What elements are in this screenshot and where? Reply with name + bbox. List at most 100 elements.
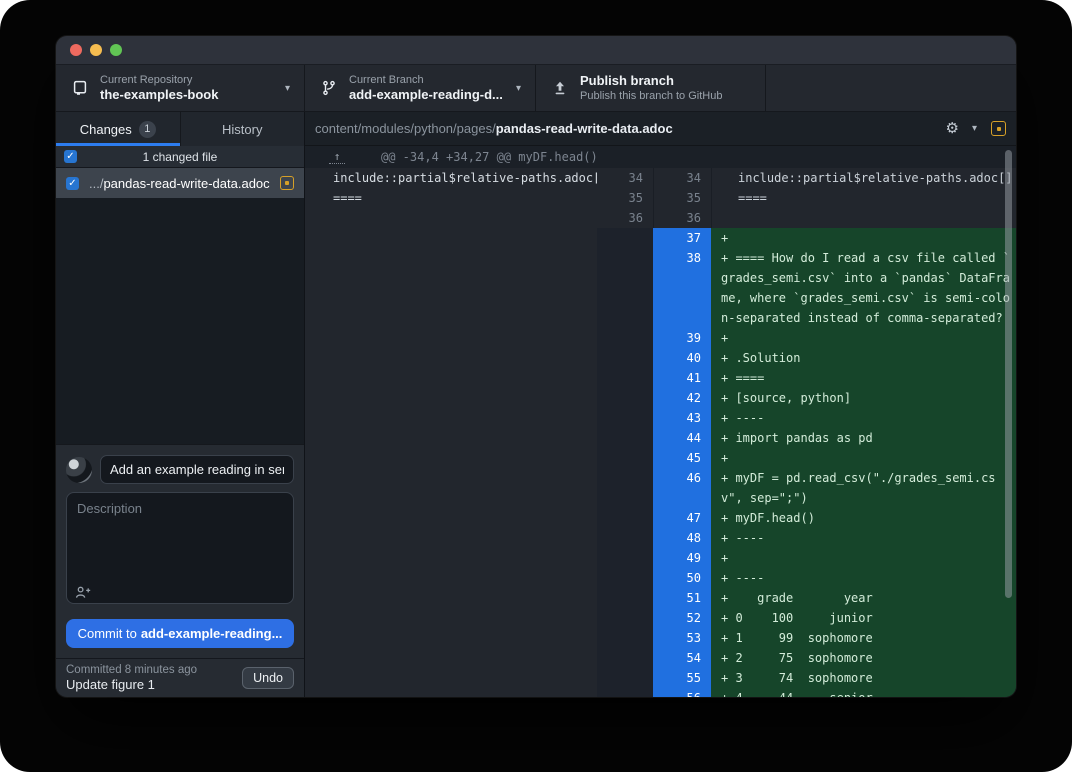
diff-old-line-number [597, 228, 653, 248]
diff-old-line-number [597, 448, 653, 468]
file-include-checkbox[interactable]: ✓ [66, 177, 79, 190]
diff-row-added: 45+ [597, 448, 1016, 468]
tab-changes[interactable]: Changes 1 [56, 112, 181, 146]
diff-line-content: + [711, 548, 1016, 568]
repo-icon [72, 80, 88, 96]
diff-body: include::partial$relative-paths.adoc[]==… [305, 168, 1016, 697]
diff-row-added: 52+ 0 100 junior [597, 608, 1016, 628]
modified-file-status-icon [991, 121, 1006, 136]
commit-button[interactable]: Commit to add-example-reading... [66, 619, 294, 648]
publish-branch-title: Publish branch [580, 73, 751, 89]
diff-old-line-number [597, 348, 653, 368]
diff-row-added: 40+ .Solution [597, 348, 1016, 368]
minimize-window-button[interactable] [90, 44, 102, 56]
diff-line-content: + 0 100 junior [711, 608, 1016, 628]
diff-old-line-number [597, 428, 653, 448]
diff-new-line-number: 41 [653, 368, 711, 388]
diff-old-pane: include::partial$relative-paths.adoc[]==… [305, 168, 597, 697]
diff-new-line-number: 39 [653, 328, 711, 348]
diff-row-added: 46+ myDF = pd.read_csv("./grades_semi.cs… [597, 468, 1016, 508]
diff-new-line-number: 55 [653, 668, 711, 688]
commit-form: Commit to add-example-reading... [56, 444, 304, 658]
changed-files-summary-row: ✓ 1 changed file [56, 146, 304, 168]
diff-panel: content/modules/python/pages/pandas-read… [305, 112, 1016, 697]
undo-commit-button[interactable]: Undo [242, 667, 294, 689]
diff-row-added: 38+ ==== How do I read a csv file called… [597, 248, 1016, 328]
current-branch-dropdown[interactable]: Current Branch add-example-reading-d... … [305, 65, 536, 111]
diff-line-content: + ---- [711, 568, 1016, 588]
diff-row-added: 42+ [source, python] [597, 388, 1016, 408]
diff-old-line-number [597, 568, 653, 588]
commit-summary-input[interactable] [100, 455, 294, 484]
diff-old-line-number [597, 528, 653, 548]
toolbar: Current Repository the-examples-book ▾ C… [56, 64, 1016, 112]
diff-line-content: ==== [711, 188, 1016, 208]
zoom-window-button[interactable] [110, 44, 122, 56]
diff-row-added: 49+ [597, 548, 1016, 568]
modified-file-status-icon [280, 176, 294, 190]
diff-new-line-number: 56 [653, 688, 711, 697]
diff-new-line-number: 53 [653, 628, 711, 648]
diff-old-line-number [597, 508, 653, 528]
last-commit-message: Update figure 1 [66, 677, 242, 693]
upload-arrow-icon [552, 80, 568, 96]
diff-new-line-number: 44 [653, 428, 711, 448]
diff-old-line-number [597, 248, 653, 328]
diff-old-line-number [597, 628, 653, 648]
github-desktop-window: Current Repository the-examples-book ▾ C… [56, 36, 1016, 697]
diff-row-added: 37+ [597, 228, 1016, 248]
expand-hunk-button[interactable]: ↑ [329, 151, 345, 164]
diff-new-line-number: 47 [653, 508, 711, 528]
diff-new-line-number: 50 [653, 568, 711, 588]
diff-line-content: + myDF = pd.read_csv("./grades_semi.csv"… [711, 468, 1016, 508]
diff-old-line-number [597, 468, 653, 508]
diff-row-added: 47+ myDF.head() [597, 508, 1016, 528]
diff-old-line-number [597, 608, 653, 628]
diff-old-line-number [597, 668, 653, 688]
diff-old-line-number: 34 [597, 168, 653, 188]
close-window-button[interactable] [70, 44, 82, 56]
current-repository-dropdown[interactable]: Current Repository the-examples-book ▾ [56, 65, 305, 111]
diff-row-added: 51+ grade year [597, 588, 1016, 608]
changed-file-row[interactable]: ✓.../pandas-read-write-data.adoc [56, 168, 304, 198]
diff-old-line-number: 36 [597, 208, 653, 228]
last-commit-status: Committed 8 minutes ago [66, 663, 242, 677]
diff-row-added: 44+ import pandas as pd [597, 428, 1016, 448]
diff-row-added: 50+ ---- [597, 568, 1016, 588]
add-coauthor-icon[interactable] [75, 585, 93, 601]
diff-new-line-number: 40 [653, 348, 711, 368]
commit-description-textarea[interactable] [66, 492, 294, 604]
diff-row-added: 55+ 3 74 sophomore [597, 668, 1016, 688]
diff-line-content: + ==== How do I read a csv file called `… [711, 248, 1016, 328]
diff-options-button[interactable]: ⚙ ▾ [946, 121, 977, 136]
diff-new-line-number: 49 [653, 548, 711, 568]
branch-name: add-example-reading-d... [349, 87, 508, 103]
diff-row-added: 41+ ==== [597, 368, 1016, 388]
diff-row-added: 54+ 2 75 sophomore [597, 648, 1016, 668]
diff-line-content: + 1 99 sophomore [711, 628, 1016, 648]
diff-old-line-number: 35 [597, 188, 653, 208]
diff-line-content: + ---- [711, 528, 1016, 548]
diff-line-content: + [source, python] [711, 388, 1016, 408]
tab-history[interactable]: History [181, 112, 305, 146]
desktop-background: Current Repository the-examples-book ▾ C… [0, 0, 1072, 772]
publish-branch-button[interactable]: Publish branch Publish this branch to Gi… [536, 65, 766, 111]
sidebar-tabbar: Changes 1 History [56, 112, 304, 146]
hunk-header-text: @@ -34,4 +34,27 @@ myDF.head() [381, 150, 598, 164]
diff-old-line-number [597, 408, 653, 428]
diff-new-line-number: 37 [653, 228, 711, 248]
diff-new-line-number: 34 [653, 168, 711, 188]
file-list-empty-area [56, 198, 304, 444]
toolbar-spacer [766, 65, 1016, 111]
diff-old-line-number [597, 648, 653, 668]
tab-changes-label: Changes [80, 122, 132, 137]
commit-button-branch: add-example-reading... [141, 626, 283, 641]
diff-file-path-bar: content/modules/python/pages/pandas-read… [305, 112, 1016, 146]
commit-button-prefix: Commit to [78, 626, 137, 641]
diff-row-added: 39+ [597, 328, 1016, 348]
diff-line-content: + [711, 328, 1016, 348]
diff-old-line-number [597, 548, 653, 568]
diff-old-line: include::partial$relative-paths.adoc[] [333, 168, 597, 188]
diff-new-line-number: 54 [653, 648, 711, 668]
diff-scrollbar-thumb[interactable] [1005, 150, 1012, 598]
